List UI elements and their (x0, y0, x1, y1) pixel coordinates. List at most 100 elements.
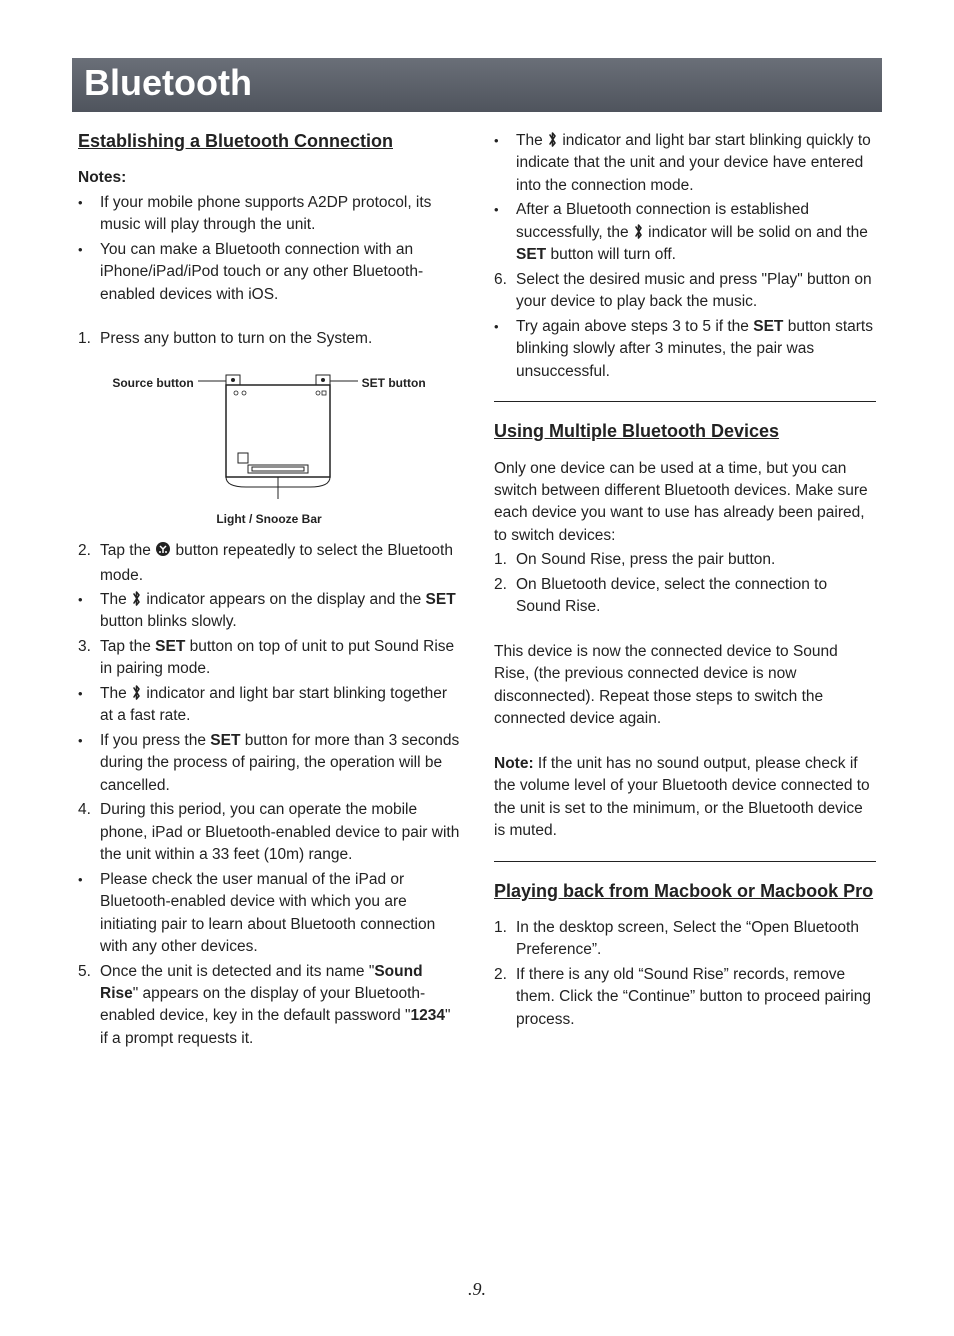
note-text: If your mobile phone supports A2DP proto… (100, 192, 460, 237)
step-text: The indicator appears on the display and… (100, 589, 460, 634)
step-text: Tap the button repeatedly to select the … (100, 540, 460, 587)
page-title: Bluetooth (84, 62, 870, 104)
step-number: 3. (78, 636, 100, 681)
text-fragment: indicator will be solid on and the (644, 224, 868, 241)
text-fragment: If you press the (100, 732, 210, 749)
list-item: • After a Bluetooth connection is establ… (494, 199, 876, 266)
list-item: • Try again above steps 3 to 5 if the SE… (494, 316, 876, 383)
text-fragment: Tap the (100, 638, 155, 655)
list-item: 1. In the desktop screen, Select the “Op… (494, 917, 876, 962)
bluetooth-icon (633, 224, 644, 241)
note-paragraph: Note: If the unit has no sound output, p… (494, 753, 876, 843)
diagram-caption: Light / Snooze Bar (78, 511, 460, 528)
multi-para2: This device is now the connected device … (494, 641, 876, 731)
bullet-icon: • (78, 869, 100, 959)
set-word: SET (516, 246, 546, 263)
step-number: 1. (494, 549, 516, 571)
heading-macbook: Playing back from Macbook or Macbook Pro (494, 880, 876, 903)
list-item: • The indicator and light bar start blin… (494, 130, 876, 197)
divider (494, 401, 876, 402)
set-word: SET (753, 318, 783, 335)
title-bar: Bluetooth (72, 58, 882, 112)
set-button-label: SET button (362, 375, 426, 392)
steps-list-left: 1. Press any button to turn on the Syste… (78, 328, 460, 350)
list-item: 2. If there is any old “Sound Rise” reco… (494, 964, 876, 1031)
set-word: SET (210, 732, 240, 749)
step-number: 4. (78, 799, 100, 866)
step-text: On Bluetooth device, select the connecti… (516, 574, 876, 619)
page-number: .9. (0, 1279, 954, 1300)
multi-intro: Only one device can be used at a time, b… (494, 458, 876, 548)
set-word: SET (426, 591, 456, 608)
step-text: After a Bluetooth connection is establis… (516, 199, 876, 266)
list-item: 4. During this period, you can operate t… (78, 799, 460, 866)
step-text: Once the unit is detected and its name "… (100, 961, 460, 1051)
text-fragment: Tap the (100, 542, 155, 559)
heading-establish: Establishing a Bluetooth Connection (78, 130, 460, 153)
step-text: If there is any old “Sound Rise” records… (516, 964, 876, 1031)
step-text: Select the desired music and press "Play… (516, 269, 876, 314)
bluetooth-icon (547, 132, 558, 149)
notes-label: Notes: (78, 167, 460, 189)
step-number: 1. (494, 917, 516, 962)
text-fragment: indicator appears on the display and the (142, 591, 426, 608)
step-text: The indicator and light bar start blinki… (516, 130, 876, 197)
bullet-icon: • (78, 683, 100, 728)
bullet-icon: • (494, 130, 516, 197)
text-fragment: The (100, 685, 131, 702)
text-fragment: Once the unit is detected and its name " (100, 963, 374, 980)
step-number: 6. (494, 269, 516, 314)
list-item: • Please check the user manual of the iP… (78, 869, 460, 959)
bullet-icon: • (78, 192, 100, 237)
right-column: • The indicator and light bar start blin… (494, 130, 876, 1052)
list-item: • The indicator appears on the display a… (78, 589, 460, 634)
list-item: 1. Press any button to turn on the Syste… (78, 328, 460, 350)
list-item: 5. Once the unit is detected and its nam… (78, 961, 460, 1051)
list-item: • If you press the SET button for more t… (78, 730, 460, 797)
step-text: The indicator and light bar start blinki… (100, 683, 460, 728)
step-number: 2. (494, 574, 516, 619)
text-fragment: The (100, 591, 131, 608)
step-text: Try again above steps 3 to 5 if the SET … (516, 316, 876, 383)
list-item: 3. Tap the SET button on top of unit to … (78, 636, 460, 681)
bullet-icon: • (494, 199, 516, 266)
list-item: • The indicator and light bar start blin… (78, 683, 460, 728)
multi-steps: 1. On Sound Rise, press the pair button.… (494, 549, 876, 618)
text-fragment: The (516, 132, 547, 149)
list-item: 2. Tap the button repeatedly to select t… (78, 540, 460, 587)
bluetooth-icon (131, 591, 142, 608)
list-item: 6. Select the desired music and press "P… (494, 269, 876, 314)
heading-multiple-devices: Using Multiple Bluetooth Devices (494, 420, 876, 443)
text-fragment: indicator and light bar start blinking t… (100, 685, 447, 724)
bullet-icon: • (78, 239, 100, 306)
step-text: Tap the SET button on top of unit to put… (100, 636, 460, 681)
left-column: Establishing a Bluetooth Connection Note… (78, 130, 460, 1052)
step-number: 1. (78, 328, 100, 350)
step-number: 2. (494, 964, 516, 1031)
source-button-label: Source button (112, 375, 193, 392)
bluetooth-icon (131, 685, 142, 702)
list-item: 2. On Bluetooth device, select the conne… (494, 574, 876, 619)
source-icon (155, 541, 171, 564)
set-word: SET (155, 638, 185, 655)
list-item: • You can make a Bluetooth connection wi… (78, 239, 460, 306)
text-fragment: Try again above steps 3 to 5 if the (516, 318, 753, 335)
step-number: 2. (78, 540, 100, 587)
list-item: • If your mobile phone supports A2DP pro… (78, 192, 460, 237)
device-illustration (198, 365, 358, 505)
step-text: Press any button to turn on the System. (100, 328, 460, 350)
text-fragment: indicator and light bar start blinking q… (516, 132, 871, 194)
list-item: 1. On Sound Rise, press the pair button. (494, 549, 876, 571)
step-text: During this period, you can operate the … (100, 799, 460, 866)
bullet-icon: • (78, 589, 100, 634)
text-fragment: button will turn off. (546, 246, 676, 263)
bullet-icon: • (78, 730, 100, 797)
note-text: You can make a Bluetooth connection with… (100, 239, 460, 306)
step-number: 5. (78, 961, 100, 1051)
steps-continuation: • The indicator and light bar start blin… (494, 130, 876, 383)
step-text: On Sound Rise, press the pair button. (516, 549, 876, 571)
divider (494, 861, 876, 862)
content-columns: Establishing a Bluetooth Connection Note… (78, 130, 876, 1052)
device-diagram: Source button (78, 365, 460, 505)
note-label: Note: (494, 755, 538, 772)
